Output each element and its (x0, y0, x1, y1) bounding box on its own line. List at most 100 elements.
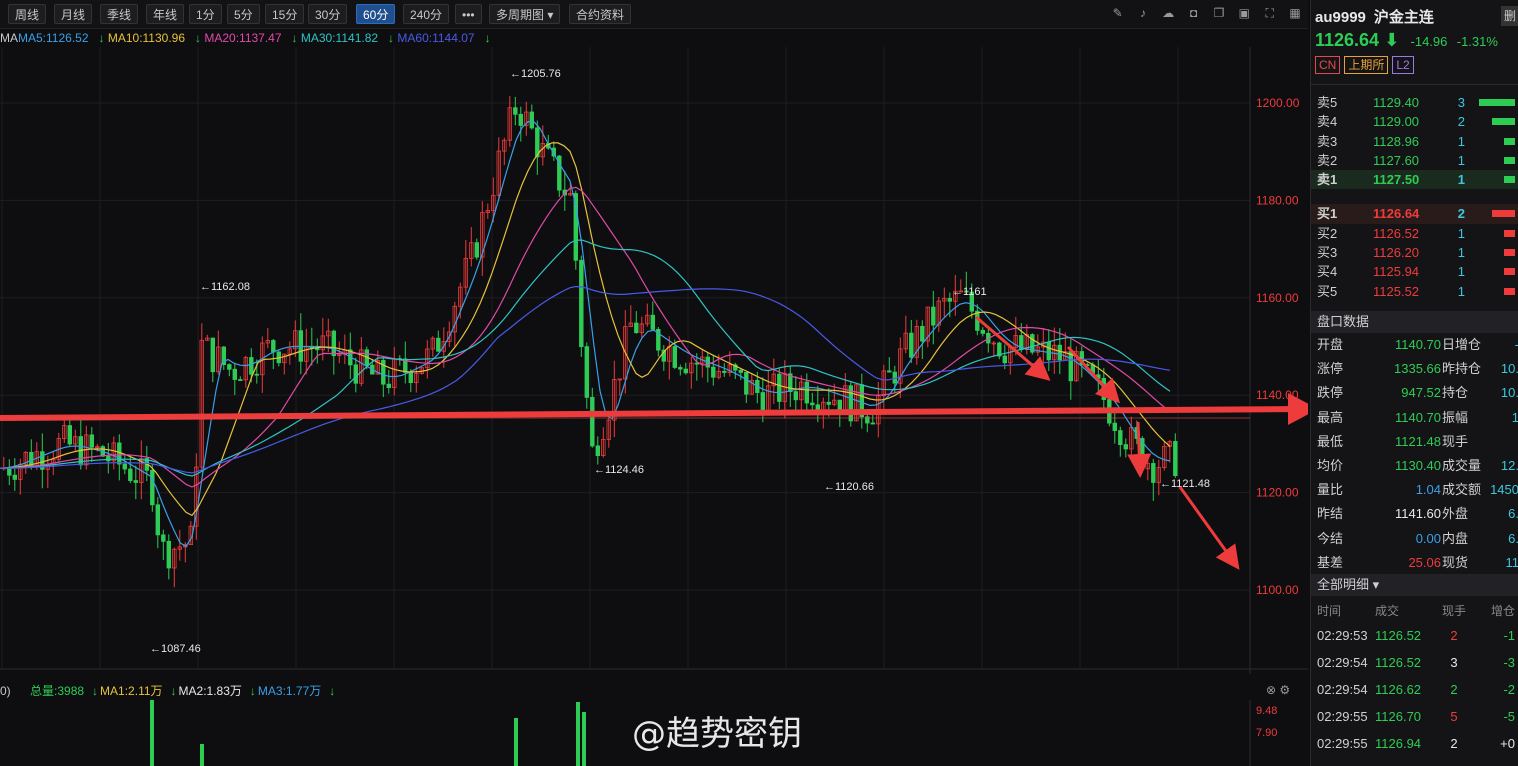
close-icon[interactable]: ⊗ (1266, 683, 1279, 697)
candle-body (887, 370, 892, 373)
stat-row: 均价 1130.40 成交量 12. (1311, 454, 1518, 478)
period-button[interactable]: 季线 (100, 4, 139, 24)
tick-oi-change: -2 (1503, 682, 1515, 697)
candlestick-chart[interactable]: 1200.001180.001160.001140.001120.001100.… (0, 47, 1308, 674)
candle-body (980, 329, 985, 334)
period-button[interactable]: 240分 (403, 4, 450, 24)
bell-icon[interactable]: ♪ (1136, 6, 1150, 20)
level-volume-bar (1503, 249, 1515, 257)
ask-row[interactable]: 卖5 1129.40 3 (1311, 93, 1518, 112)
tick-volume: 2 (1450, 736, 1458, 751)
tick-time: 02:29:55 (1317, 736, 1368, 751)
tick-column-header: 时间 (1317, 604, 1342, 618)
candle-body (117, 442, 122, 465)
stat-label: 最低 (1317, 433, 1344, 449)
candle-body (474, 242, 479, 258)
candle-body (1046, 341, 1051, 361)
stat-label: 振幅 (1442, 409, 1469, 425)
camera-icon[interactable]: ◘ (1187, 6, 1201, 20)
tick-time: 02:29:55 (1317, 709, 1368, 724)
period-button[interactable]: 合约资料 (569, 4, 632, 24)
period-button[interactable]: 年线 (146, 4, 185, 24)
volume-tick-label: 7.90 (1256, 727, 1277, 739)
tick-row[interactable]: 02:29:55 1126.94 2 +0 (1311, 730, 1518, 757)
price-annotation: ←1087.46 (150, 643, 201, 655)
period-button[interactable]: 多周期图 ▾ (489, 4, 561, 24)
level-price: 1127.60 (1373, 152, 1420, 168)
trend-arrow (1178, 486, 1240, 570)
period-button[interactable]: ••• (455, 4, 482, 24)
stat-label: 基差 (1317, 554, 1344, 570)
tick-time: 02:29:53 (1317, 628, 1368, 643)
tick-row[interactable]: 02:29:55 1126.70 5 -5 (1311, 703, 1518, 730)
tick-list[interactable]: 时间 成交 现手 增仓 02:29:53 1126.52 2 -1 02:29:54 1126.5… (1311, 600, 1518, 757)
level-volume-bar (1478, 99, 1515, 106)
ma-legend-item: MA10:1130.96 (107, 31, 186, 45)
stat-label: 成交额 (1442, 482, 1482, 498)
stat-row: 量比 1.04 成交额 1450 (1311, 478, 1518, 502)
period-button[interactable]: 月线 (54, 4, 93, 24)
level-price: 1128.96 (1373, 133, 1420, 149)
price-change-pct: -1.31% (1456, 34, 1498, 49)
tick-row[interactable]: 02:29:53 1126.52 2 -1 (1311, 622, 1518, 649)
tick-price: 1126.52 (1375, 628, 1422, 643)
candle-body (1068, 351, 1073, 382)
level-label: 卖4 (1317, 114, 1338, 130)
pen-icon[interactable]: ✎ (1111, 6, 1125, 20)
ask-row[interactable]: 卖2 1127.60 1 (1311, 151, 1518, 170)
candle-body (909, 332, 914, 358)
candle-body (122, 463, 127, 470)
level-price: 1127.50 (1373, 172, 1420, 188)
level-volume-bar (1503, 176, 1515, 184)
quote-stats: 开盘1140.70日增仓-涨停1335.66昨持仓10.跌停947.52持仓10… (1311, 333, 1518, 575)
level-volume: 2 (1457, 114, 1465, 130)
tick-row[interactable]: 02:29:54 1126.52 3 -3 (1311, 649, 1518, 676)
bid-row[interactable]: 买5 1125.52 1 (1311, 282, 1518, 301)
copy-icon[interactable]: ❐ (1212, 6, 1226, 20)
tick-column-header: 现手 (1441, 604, 1466, 618)
period-button[interactable]: 周线 (8, 4, 47, 24)
candle-body (826, 401, 831, 405)
candle-body (249, 357, 254, 375)
level-volume: 3 (1457, 95, 1465, 110)
period-button[interactable]: 15分 (265, 4, 305, 24)
ask-row[interactable]: 卖1 1127.50 1 (1311, 170, 1518, 190)
cloud-icon[interactable]: ☁ (1161, 6, 1175, 20)
candle-body (408, 371, 413, 384)
candle-body (128, 468, 133, 481)
image-icon[interactable]: ▣ (1237, 6, 1251, 20)
candle-body (12, 474, 17, 480)
order-book: 卖5 1129.40 3 卖4 1129.00 2 卖3 1128.96 1 卖2 1127.60 1… (1311, 93, 1518, 301)
ask-row[interactable]: 卖4 1129.00 2 (1311, 112, 1518, 131)
settings-icon[interactable]: ⚙ (1279, 683, 1290, 697)
remove-favorite-button[interactable]: 删 (1501, 6, 1518, 26)
bid-row[interactable]: 买1 1126.64 2 (1311, 204, 1518, 224)
candle-body (232, 368, 237, 380)
bid-row[interactable]: 买4 1125.94 1 (1311, 262, 1518, 281)
candle-body (1057, 344, 1062, 361)
grid-icon[interactable]: ▦ (1288, 6, 1302, 20)
tick-row[interactable]: 02:29:54 1126.62 2 -2 (1311, 676, 1518, 703)
level-price: 1126.64 (1373, 206, 1420, 222)
tick-volume: 3 (1450, 655, 1458, 670)
tick-header: 时间 成交 现手 增仓 (1311, 600, 1518, 622)
stat-value: 10. (1500, 385, 1518, 401)
period-button[interactable]: 30分 (308, 4, 348, 24)
level-volume: 1 (1457, 133, 1465, 149)
period-button[interactable]: 1分 (189, 4, 222, 24)
period-button[interactable]: 60分 (356, 4, 396, 24)
candle-body (227, 364, 232, 370)
ask-row[interactable]: 卖3 1128.96 1 (1311, 132, 1518, 151)
stat-row: 跌停 947.52 持仓 10. (1311, 381, 1518, 405)
exchange-badges: CN 上期所 L2 (1315, 56, 1418, 74)
bid-row[interactable]: 买3 1126.20 1 (1311, 243, 1518, 262)
fullscreen-icon[interactable]: ⛶ (1263, 6, 1277, 20)
quote-data-header[interactable]: 盘口数据 (1311, 311, 1518, 333)
tick-detail-header[interactable]: 全部明细 ▾ (1311, 574, 1518, 596)
ma-curve (0, 186, 1171, 488)
bid-row[interactable]: 买2 1126.52 1 (1311, 224, 1518, 243)
candle-body (711, 366, 716, 378)
period-button[interactable]: 5分 (227, 4, 260, 24)
price-annotation: ←1121.48 (1160, 478, 1210, 490)
